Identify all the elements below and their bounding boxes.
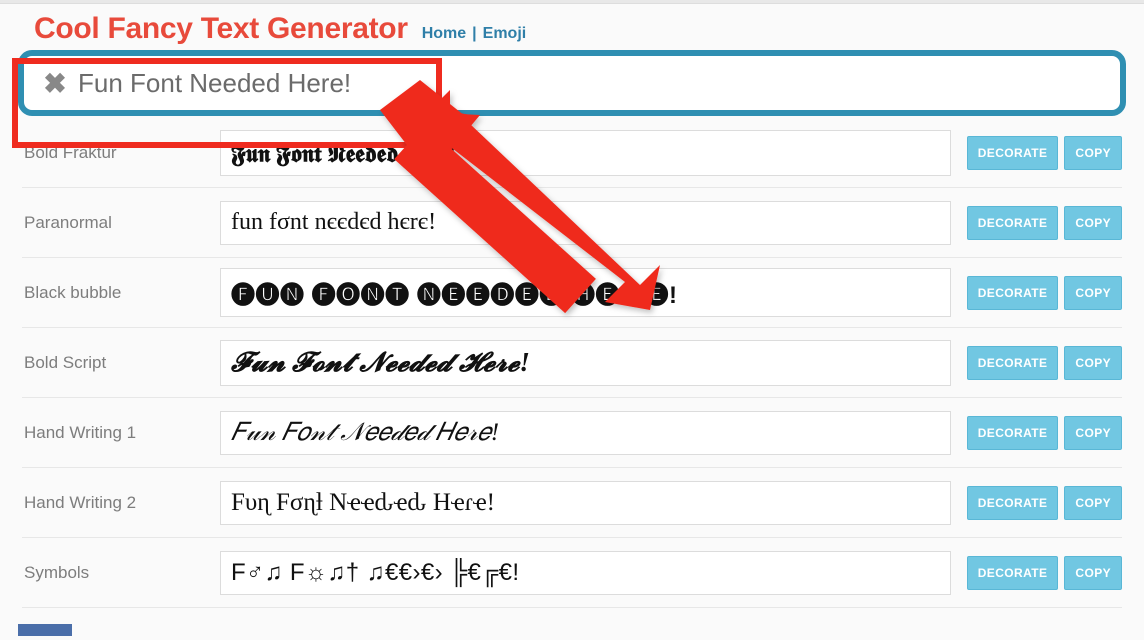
footer-stub <box>18 624 72 636</box>
font-style-label: Symbols <box>22 563 212 583</box>
font-output-field[interactable]: 𝐹𝓊𝓃 𝐹𝑜𝓃𝓉 𝒩𝑒𝑒𝒹𝑒𝒹 𝐻𝑒𝓇𝑒! <box>220 411 951 455</box>
decorate-button[interactable]: DECORATE <box>967 206 1059 240</box>
row-actions: DECORATECOPY <box>967 206 1122 240</box>
font-output-field[interactable]: F♂♫ F☼♫† ♫€€›€› ╠€╔€! <box>220 551 951 595</box>
row-actions: DECORATECOPY <box>967 416 1122 450</box>
decorate-button[interactable]: DECORATE <box>967 556 1059 590</box>
font-row: Symbols F♂♫ F☼♫† ♫€€›€› ╠€╔€! DECORATECOPY <box>22 538 1122 608</box>
decorate-button[interactable]: DECORATE <box>967 486 1059 520</box>
font-output-field[interactable]: fun fσnt nєєdєd hєrє! <box>220 201 951 245</box>
font-output-field[interactable]: 𝕱𝖚𝖓 𝕱𝖔𝖓𝖙 𝕹𝖊𝖊𝖉𝖊𝖉 𝕳𝖊𝖗𝖊! <box>220 130 951 176</box>
font-results-list: Bold Fraktur 𝕱𝖚𝖓 𝕱𝖔𝖓𝖙 𝕹𝖊𝖊𝖉𝖊𝖉 𝕳𝖊𝖗𝖊! DECORAT… <box>0 118 1144 608</box>
copy-button[interactable]: COPY <box>1064 136 1122 170</box>
font-row: Black bubble 🅕🅤🅝 🅕🅞🅝🅣 🅝🅔🅔🅓🅔🅓 🅗🅔🅡🅔! DECORAT… <box>22 258 1122 328</box>
nav: Home | Emoji <box>422 25 527 43</box>
font-style-label: Hand Writing 1 <box>22 423 212 443</box>
copy-button[interactable]: COPY <box>1064 486 1122 520</box>
row-actions: DECORATECOPY <box>967 276 1122 310</box>
copy-button[interactable]: COPY <box>1064 206 1122 240</box>
font-output-field[interactable]: 🅕🅤🅝 🅕🅞🅝🅣 🅝🅔🅔🅓🅔🅓 🅗🅔🅡🅔! <box>220 268 951 317</box>
font-row: Bold Fraktur 𝕱𝖚𝖓 𝕱𝖔𝖓𝖙 𝕹𝖊𝖊𝖉𝖊𝖉 𝕳𝖊𝖗𝖊! DECORAT… <box>22 118 1122 188</box>
font-output-field[interactable]: 𝓕𝓾𝓷 𝓕𝓸𝓷𝓽 𝓝𝓮𝓮𝓭𝓮𝓭 𝓗𝓮𝓻𝓮! <box>220 340 951 386</box>
decorate-button[interactable]: DECORATE <box>967 276 1059 310</box>
text-input-container: ✖ <box>18 50 1126 116</box>
font-row: Hand Writing 1 𝐹𝓊𝓃 𝐹𝑜𝓃𝓉 𝒩𝑒𝑒𝒹𝑒𝒹 𝐻𝑒𝓇𝑒! DECOR… <box>22 398 1122 468</box>
decorate-button[interactable]: DECORATE <box>967 136 1059 170</box>
font-output-field[interactable]: Fυɳ Fσɳƚ Nҽҽԃҽԃ Hҽɾҽ! <box>220 481 951 525</box>
row-actions: DECORATECOPY <box>967 556 1122 590</box>
header: Cool Fancy Text Generator Home | Emoji <box>0 4 1144 46</box>
decorate-button[interactable]: DECORATE <box>967 346 1059 380</box>
font-style-label: Paranormal <box>22 213 212 233</box>
row-actions: DECORATECOPY <box>967 136 1122 170</box>
clear-input-icon[interactable]: ✖ <box>38 66 72 100</box>
decorate-button[interactable]: DECORATE <box>967 416 1059 450</box>
row-actions: DECORATECOPY <box>967 346 1122 380</box>
font-row: Hand Writing 2 Fυɳ Fσɳƚ Nҽҽԃҽԃ Hҽɾҽ! DECOR… <box>22 468 1122 538</box>
font-row: Bold Script 𝓕𝓾𝓷 𝓕𝓸𝓷𝓽 𝓝𝓮𝓮𝓭𝓮𝓭 𝓗𝓮𝓻𝓮! DECORATE… <box>22 328 1122 398</box>
font-style-label: Bold Script <box>22 353 212 373</box>
main-text-input[interactable] <box>72 68 1110 99</box>
font-row: Paranormal fun fσnt nєєdєd hєrє! DECORATEC… <box>22 188 1122 258</box>
font-style-label: Black bubble <box>22 283 212 303</box>
nav-home-link[interactable]: Home <box>422 25 466 43</box>
font-style-label: Bold Fraktur <box>22 143 212 163</box>
nav-emoji-link[interactable]: Emoji <box>483 25 527 43</box>
site-title: Cool Fancy Text Generator <box>34 12 408 46</box>
copy-button[interactable]: COPY <box>1064 556 1122 590</box>
copy-button[interactable]: COPY <box>1064 276 1122 310</box>
nav-separator: | <box>472 25 476 43</box>
font-style-label: Hand Writing 2 <box>22 493 212 513</box>
copy-button[interactable]: COPY <box>1064 416 1122 450</box>
row-actions: DECORATECOPY <box>967 486 1122 520</box>
copy-button[interactable]: COPY <box>1064 346 1122 380</box>
